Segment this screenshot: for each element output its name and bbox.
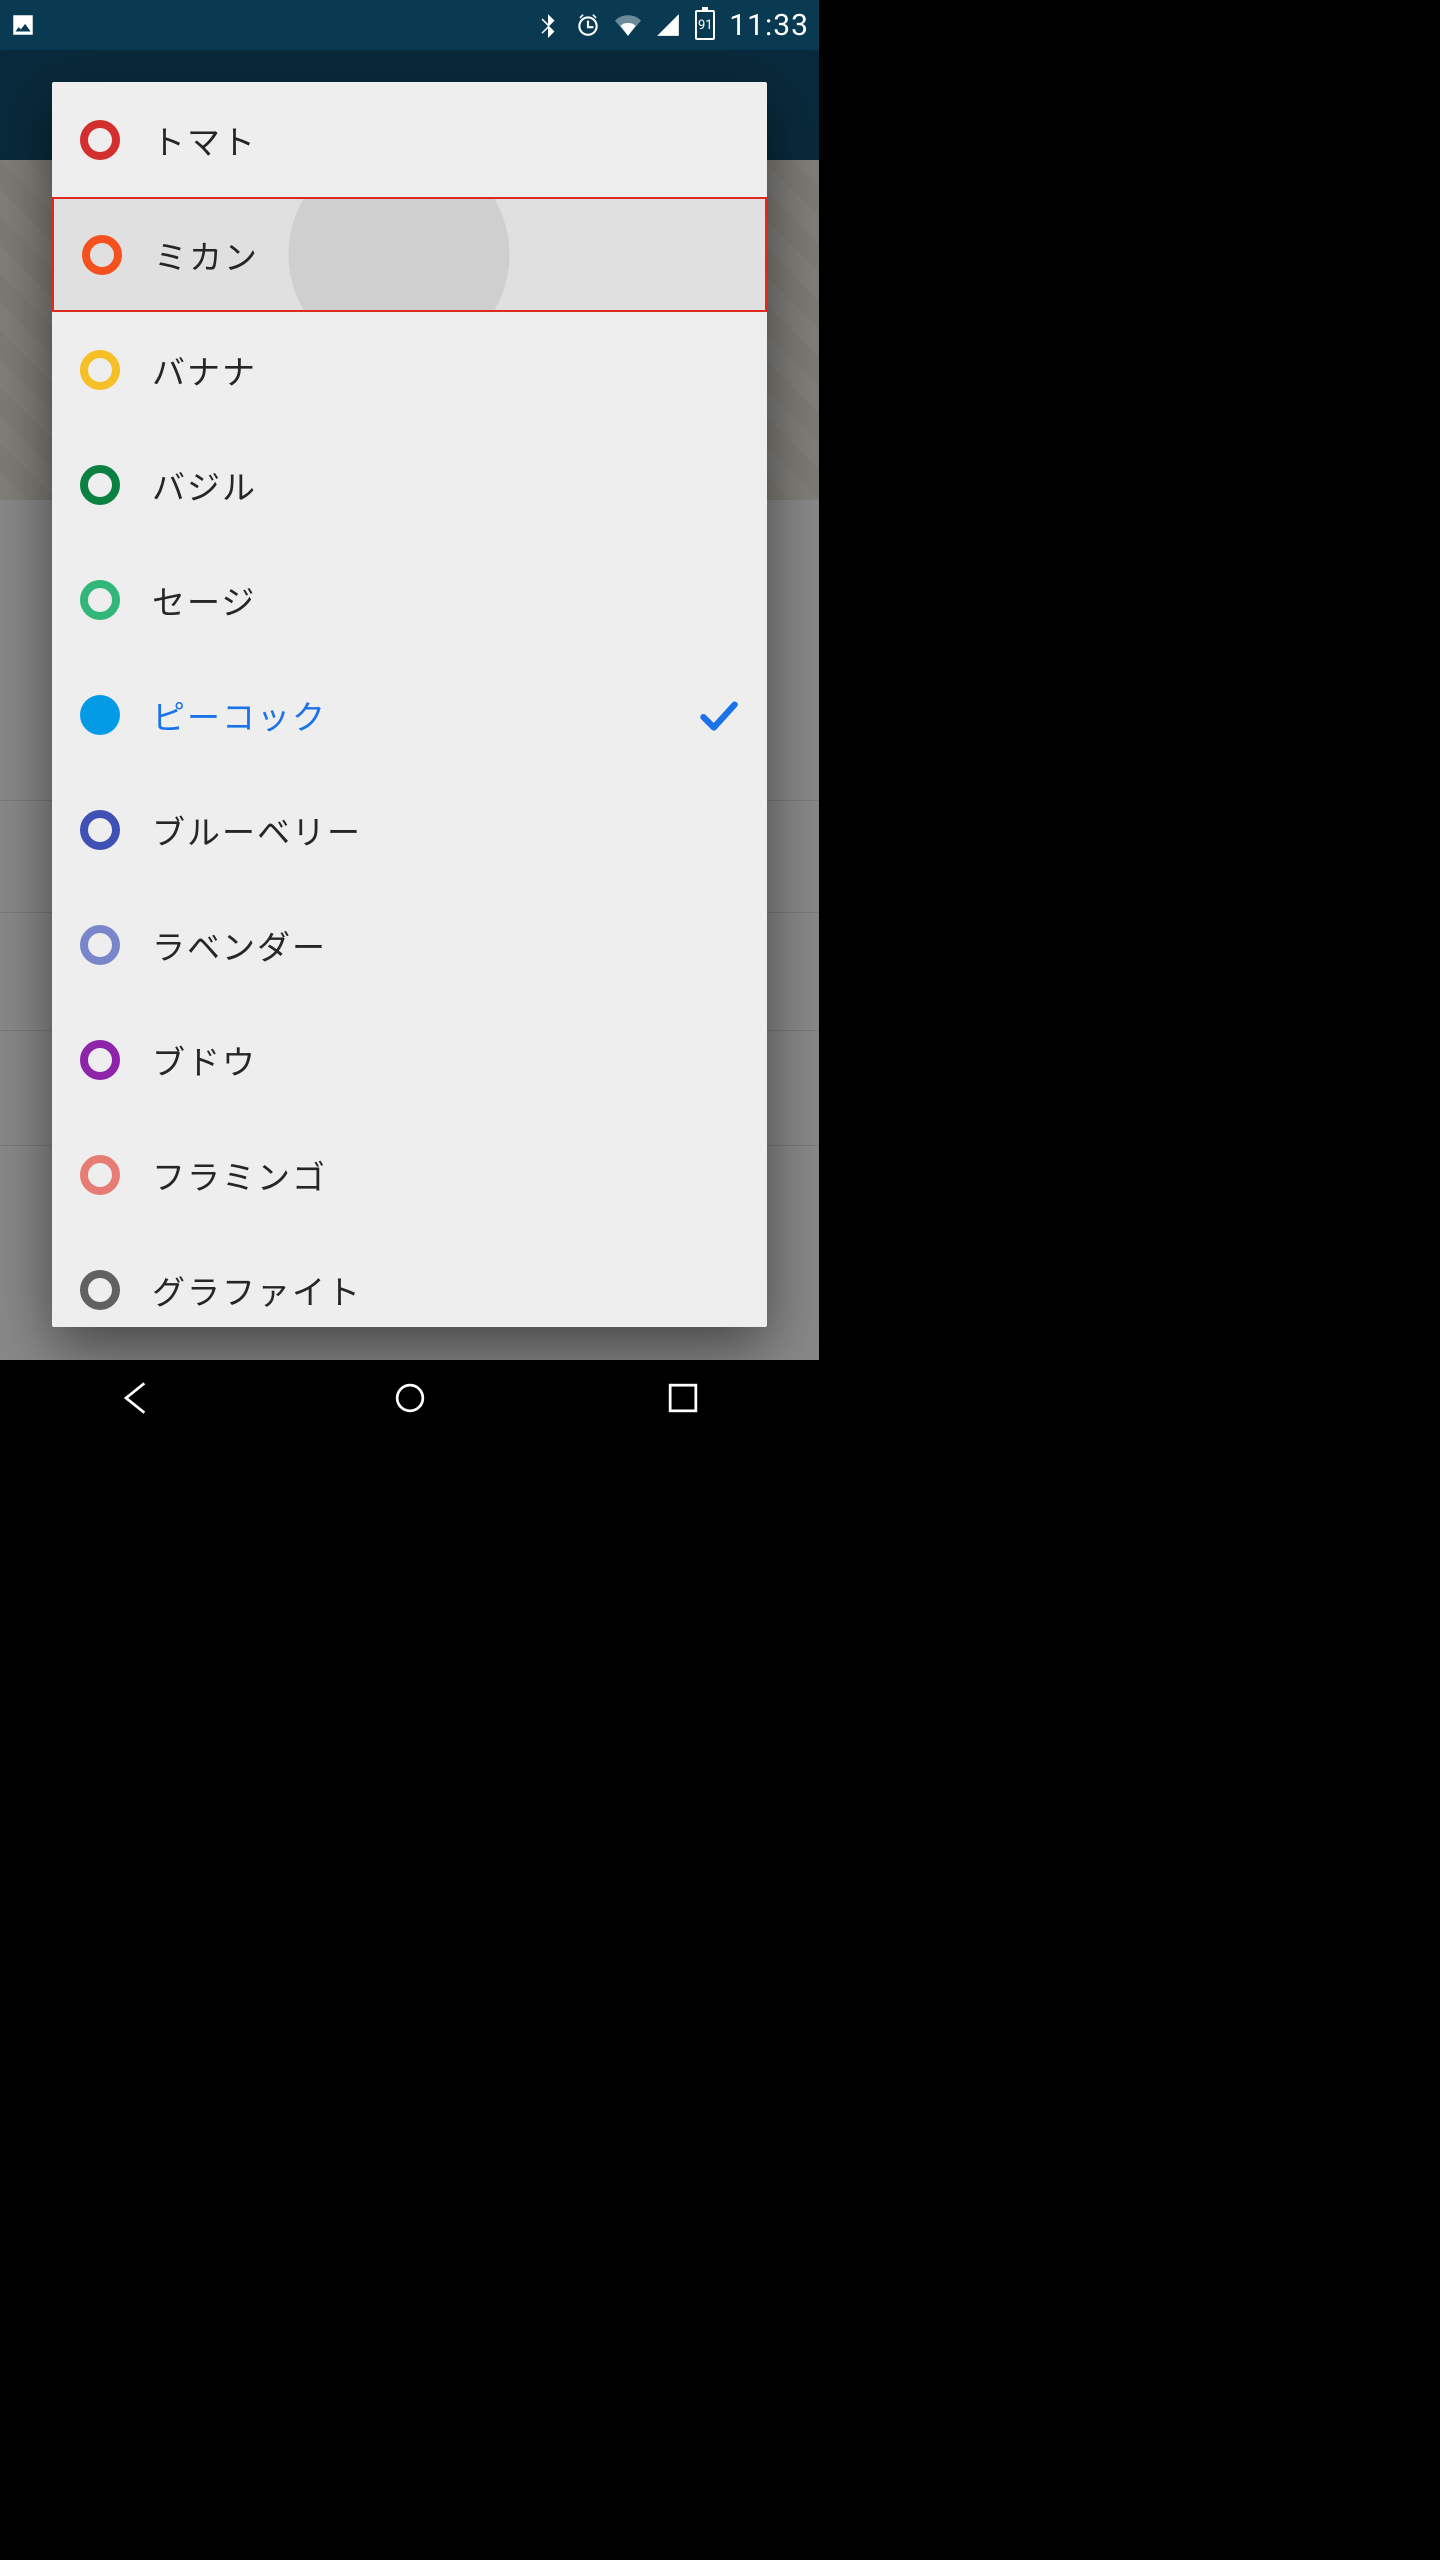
battery-level: 91 bbox=[698, 18, 713, 33]
color-option-label: ラベンダー bbox=[152, 921, 327, 969]
color-option[interactable]: グラファイト bbox=[52, 1232, 767, 1327]
check-icon bbox=[693, 690, 743, 740]
color-picker-dialog: トマトミカンバナナバジルセージピーコックブルーベリーラベンダーブドウフラミンゴグ… bbox=[52, 82, 767, 1327]
color-swatch-icon bbox=[80, 120, 120, 160]
device-screen: 91 11:33 トマトミカンバナナバジルセージピーコックブルーベリーラベンダー… bbox=[0, 0, 819, 1440]
color-option-label: ピーコック bbox=[152, 691, 327, 739]
color-option-label: ブルーベリー bbox=[152, 806, 362, 854]
color-swatch-icon bbox=[80, 1270, 120, 1310]
color-option-label: フラミンゴ bbox=[152, 1151, 327, 1199]
color-option-label: バジル bbox=[152, 461, 257, 509]
status-clock: 11:33 bbox=[729, 8, 809, 43]
color-swatch-icon bbox=[80, 465, 120, 505]
color-swatch-icon bbox=[80, 1155, 120, 1195]
color-option-label: ミカン bbox=[154, 231, 259, 279]
color-swatch-icon bbox=[80, 580, 120, 620]
color-swatch-icon bbox=[80, 925, 120, 965]
back-button[interactable] bbox=[115, 1376, 159, 1424]
color-option[interactable]: トマト bbox=[52, 82, 767, 197]
alarm-icon bbox=[575, 12, 601, 38]
color-swatch-icon bbox=[80, 1040, 120, 1080]
status-bar: 91 11:33 bbox=[0, 0, 819, 50]
image-icon bbox=[10, 12, 36, 38]
color-option[interactable]: ラベンダー bbox=[52, 887, 767, 1002]
color-option[interactable]: バジル bbox=[52, 427, 767, 542]
color-option-label: グラファイト bbox=[152, 1266, 362, 1314]
color-option-label: ブドウ bbox=[152, 1036, 257, 1084]
bluetooth-icon bbox=[535, 12, 561, 38]
color-option-label: セージ bbox=[152, 576, 256, 624]
color-option-label: トマト bbox=[152, 116, 257, 164]
navigation-bar bbox=[0, 1360, 819, 1440]
signal-icon bbox=[655, 12, 681, 38]
color-option[interactable]: セージ bbox=[52, 542, 767, 657]
home-button[interactable] bbox=[388, 1376, 432, 1424]
color-swatch-icon bbox=[80, 810, 120, 850]
color-option[interactable]: ブドウ bbox=[52, 1002, 767, 1117]
wifi-icon bbox=[615, 12, 641, 38]
color-swatch-icon bbox=[80, 350, 120, 390]
battery-icon: 91 bbox=[695, 10, 715, 40]
recents-button[interactable] bbox=[661, 1376, 705, 1424]
color-option[interactable]: ミカン bbox=[52, 197, 767, 312]
color-option[interactable]: フラミンゴ bbox=[52, 1117, 767, 1232]
color-option-label: バナナ bbox=[152, 346, 257, 394]
color-option[interactable]: ピーコック bbox=[52, 657, 767, 772]
color-option[interactable]: ブルーベリー bbox=[52, 772, 767, 887]
color-option[interactable]: バナナ bbox=[52, 312, 767, 427]
color-swatch-icon bbox=[80, 695, 120, 735]
color-swatch-icon bbox=[82, 235, 122, 275]
